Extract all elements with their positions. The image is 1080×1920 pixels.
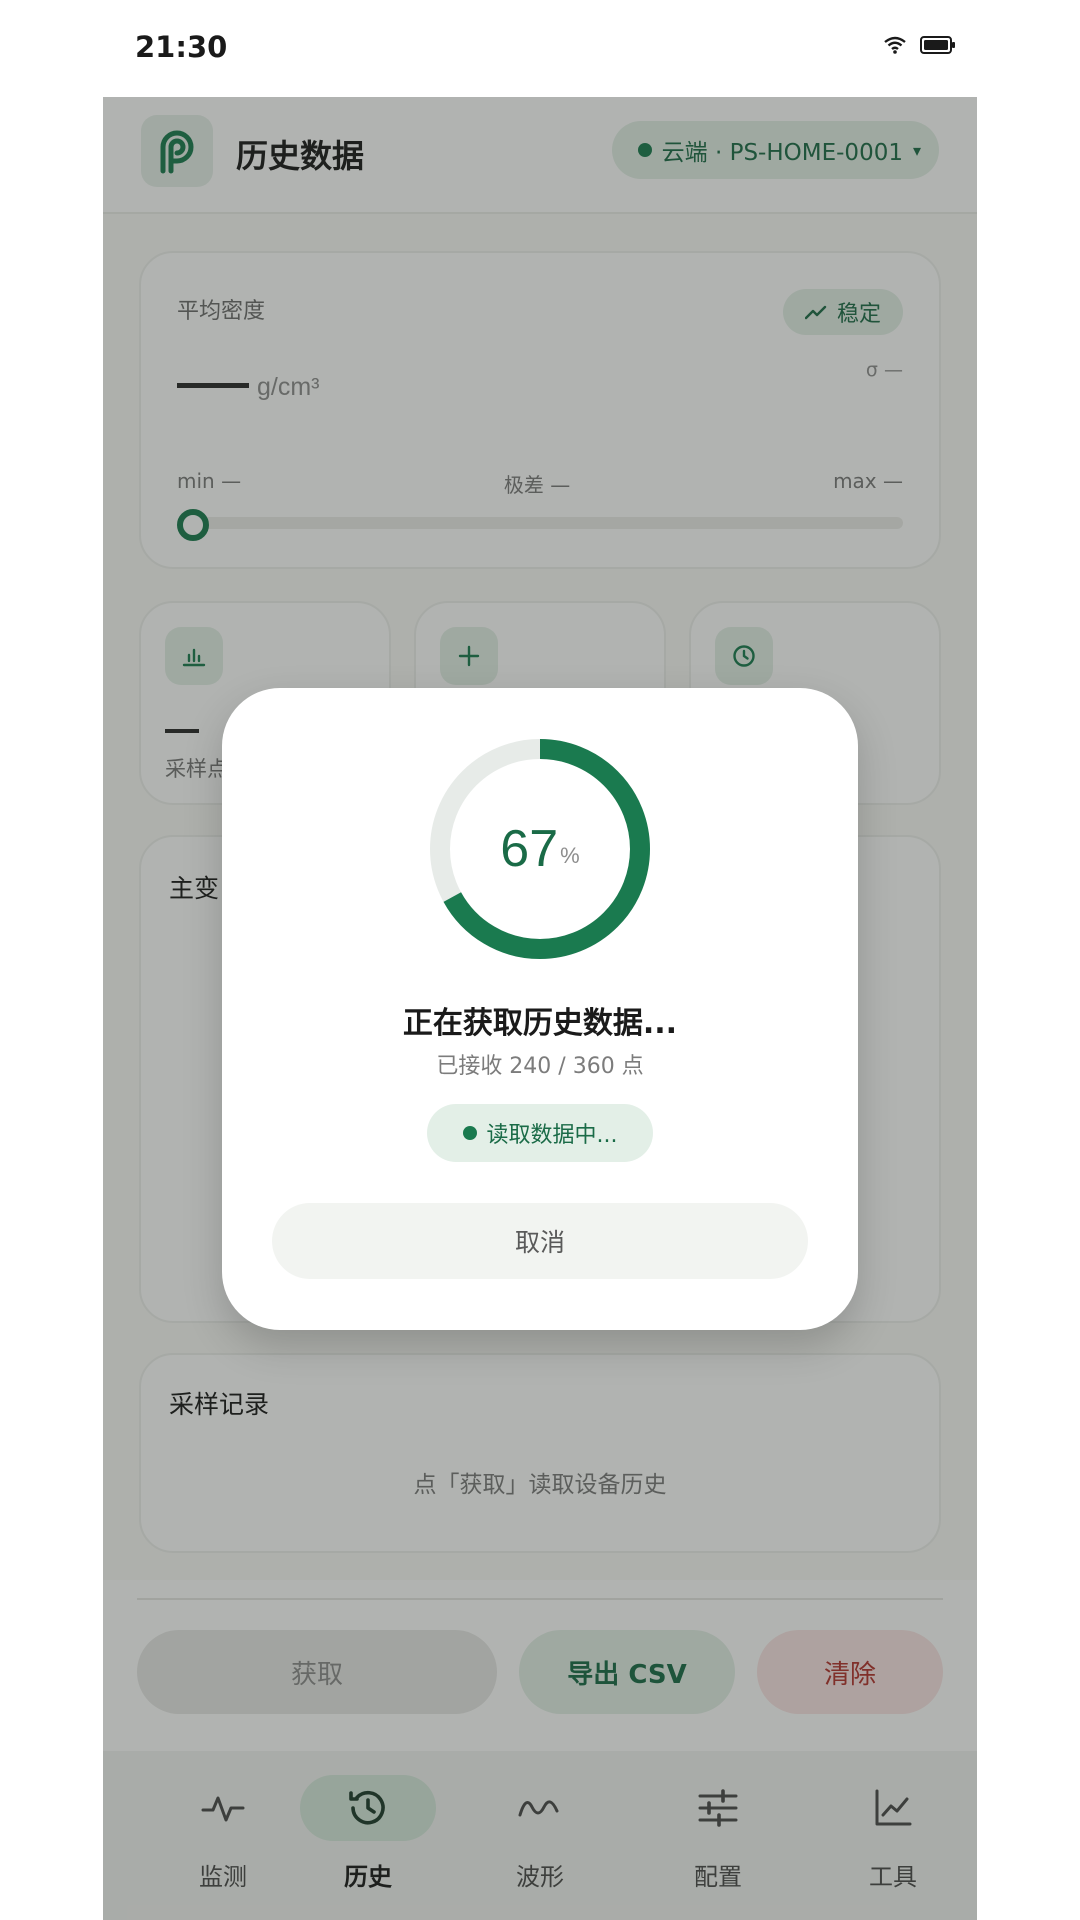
status-dot bbox=[462, 1126, 477, 1140]
reading-status-text: 读取数据中... bbox=[486, 1123, 618, 1148]
dialog-title: 正在获取历史数据... bbox=[402, 1006, 678, 1041]
status-icons bbox=[884, 36, 956, 54]
wifi-icon bbox=[884, 36, 906, 54]
progress-readout: 67 % bbox=[427, 736, 653, 962]
status-time: 21:30 bbox=[135, 30, 228, 64]
cancel-button[interactable]: 取消 bbox=[272, 1203, 808, 1279]
progress-ring: 67 % bbox=[427, 736, 653, 962]
status-bar: 21:30 bbox=[0, 0, 1080, 97]
battery-icon bbox=[920, 36, 955, 54]
dialog-subtitle: 已接收 240 / 360 点 bbox=[436, 1054, 644, 1079]
fetch-progress-dialog: 67 % 正在获取历史数据... 已接收 240 / 360 点 读取数据中..… bbox=[222, 688, 858, 1330]
reading-status-badge: 读取数据中... bbox=[427, 1104, 653, 1162]
progress-value: 67 bbox=[500, 820, 559, 878]
percent-sign: % bbox=[560, 843, 580, 868]
